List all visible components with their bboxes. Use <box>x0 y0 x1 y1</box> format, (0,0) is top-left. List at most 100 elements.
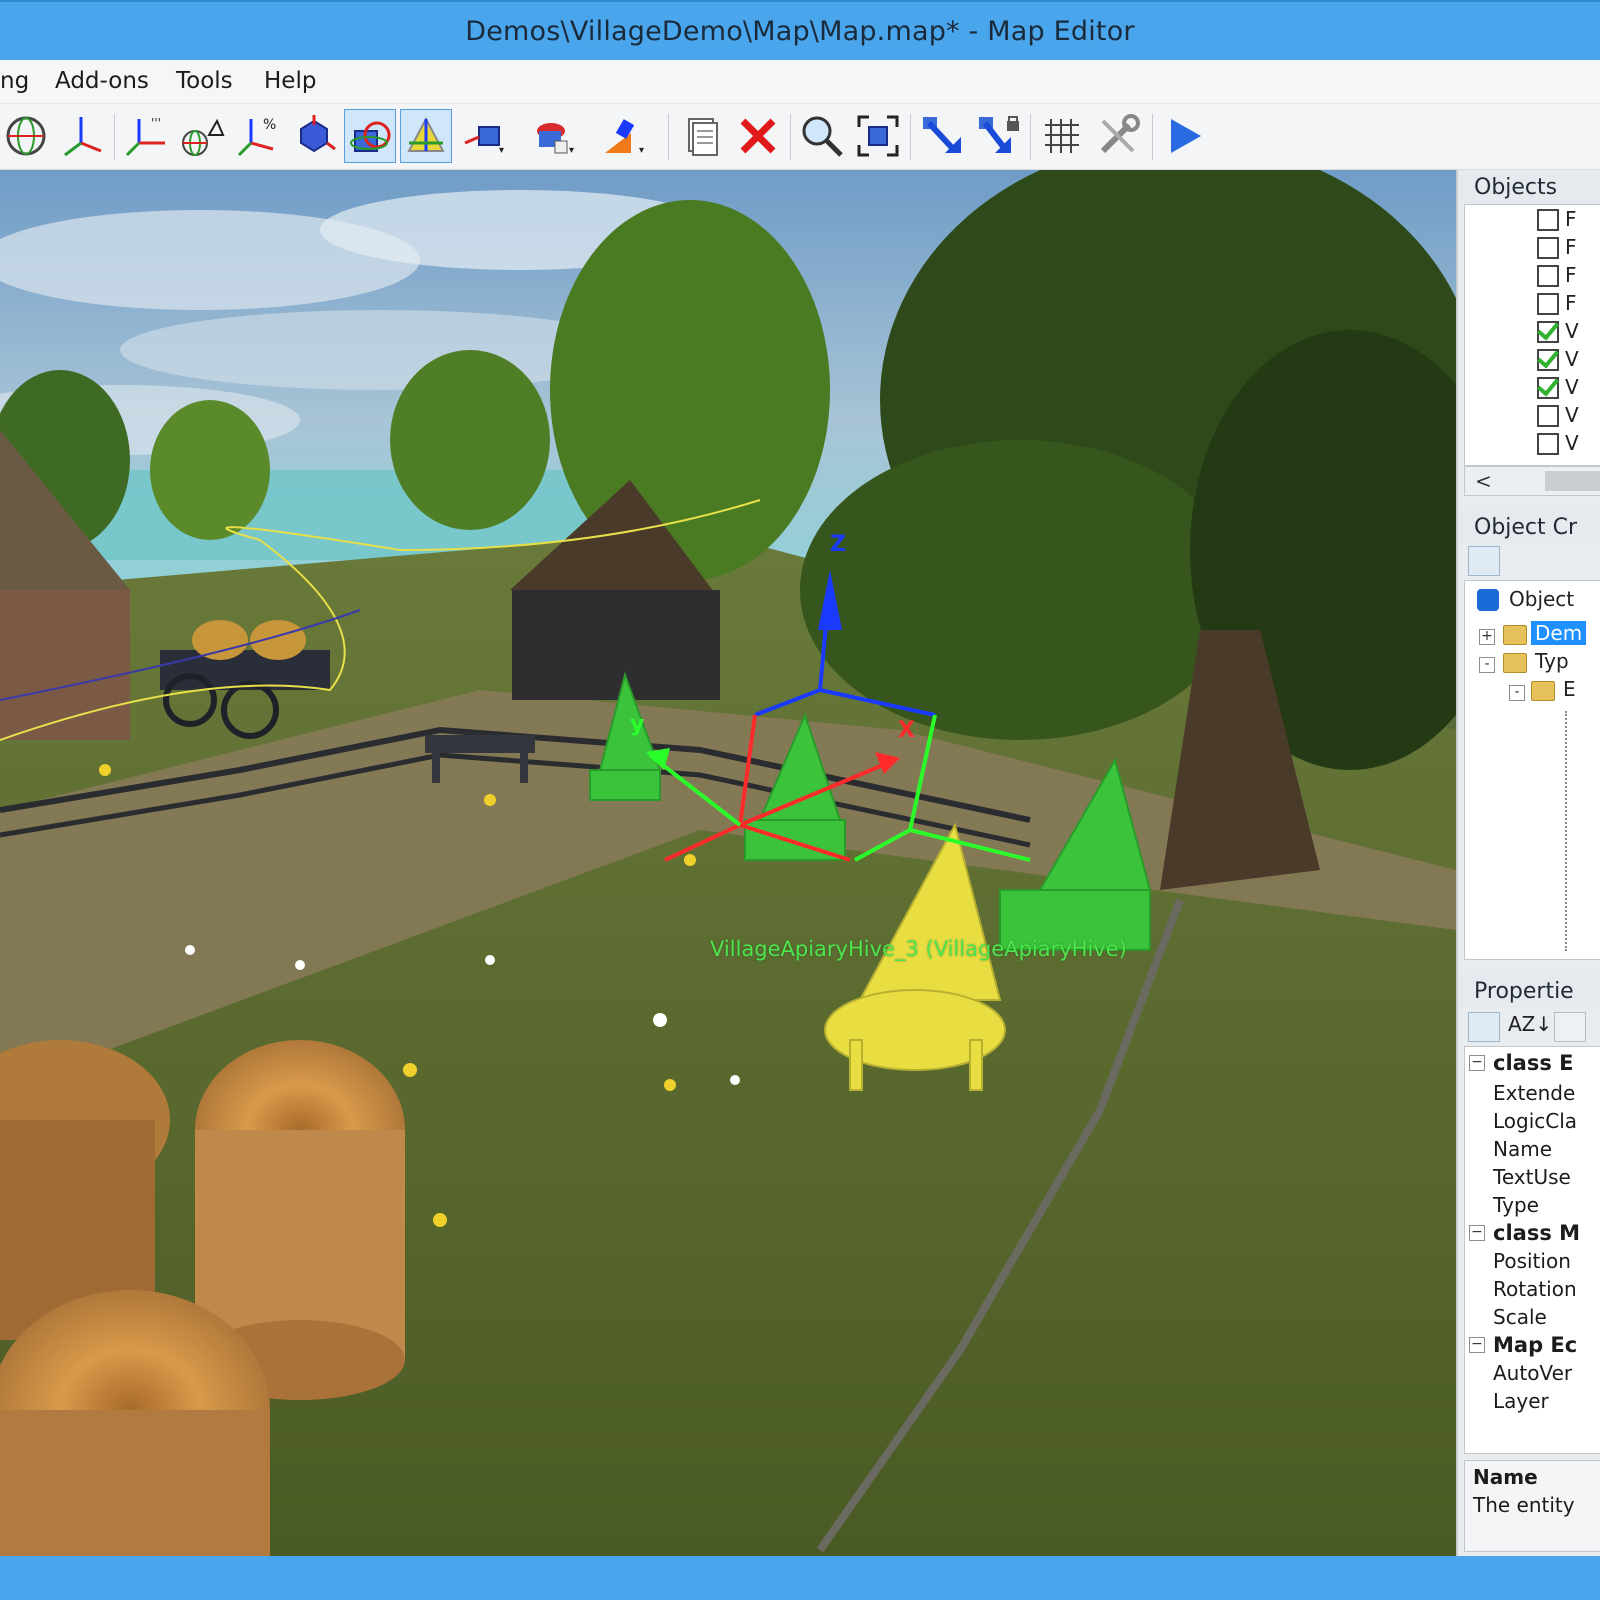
scroll-thumb[interactable] <box>1545 471 1600 491</box>
object-label: V <box>1565 319 1579 343</box>
window-title: Demos\VillageDemo\Map\Map.map* - Map Edi… <box>465 16 1135 47</box>
property-name[interactable]: AutoVer <box>1493 1361 1572 1385</box>
paint-mode-button[interactable] <box>1504 546 1536 576</box>
add-light-icon: ▾ <box>605 119 644 156</box>
menu-item-tools[interactable]: Tools <box>176 68 233 94</box>
tree-expander[interactable]: - <box>1509 685 1525 701</box>
object-label: V <box>1565 431 1579 455</box>
visibility-checkbox[interactable] <box>1537 377 1559 399</box>
position-axis-icon: ''' <box>125 116 165 157</box>
property-name[interactable]: Name <box>1493 1137 1552 1161</box>
grid-align-icon <box>407 116 445 152</box>
property-grid[interactable]: − class E Extende LogicCla Name TextUse … <box>1464 1046 1600 1454</box>
category-expander[interactable]: − <box>1469 1337 1485 1353</box>
scroll-left-arrow[interactable]: < <box>1475 469 1492 493</box>
objects-horizontal-scrollbar[interactable]: < <box>1464 466 1600 496</box>
sort-alphabetical-button[interactable]: AZ↓ <box>1508 1012 1552 1036</box>
object-creation-panel-header[interactable]: Object Cr <box>1458 510 1600 544</box>
tree-item-demos[interactable]: Dem <box>1531 621 1587 645</box>
property-name[interactable]: Rotation <box>1493 1277 1577 1301</box>
property-name[interactable]: Type <box>1493 1193 1539 1217</box>
create-mode-button[interactable] <box>1468 546 1500 576</box>
map-editor-window: Demos\VillageDemo\Map\Map.map* - Map Edi… <box>0 0 1600 1600</box>
property-name[interactable]: TextUse <box>1493 1165 1571 1189</box>
object-label: F <box>1565 235 1577 259</box>
svg-text:▾: ▾ <box>569 145 574 156</box>
menu-item-help[interactable]: Help <box>264 68 316 94</box>
visibility-checkbox[interactable] <box>1537 237 1559 259</box>
property-category[interactable]: Map Ec <box>1493 1333 1577 1357</box>
position-axis-button[interactable]: ''' <box>120 109 172 163</box>
objects-tree[interactable]: F F F F V V V V V <box>1464 204 1600 466</box>
visibility-checkbox[interactable] <box>1537 321 1559 343</box>
menu-bar: ng Add-ons Tools Help <box>0 60 1600 104</box>
delete-button[interactable] <box>732 109 784 163</box>
grid-align-button[interactable] <box>400 109 452 163</box>
visibility-checkbox[interactable] <box>1537 349 1559 371</box>
property-category[interactable]: class M <box>1493 1221 1580 1245</box>
add-mesh-button[interactable]: ▾ <box>528 109 580 163</box>
search-button[interactable] <box>796 109 848 163</box>
object-type-tree[interactable]: Object + Dem - Typ - E <box>1464 580 1600 960</box>
snap-tool-button[interactable] <box>288 109 340 163</box>
category-expander[interactable]: − <box>1469 1225 1485 1241</box>
tree-expander[interactable]: - <box>1479 657 1495 673</box>
scale-axis-button[interactable]: % <box>232 109 284 163</box>
category-expander[interactable]: − <box>1469 1055 1485 1071</box>
run-simulation-icon <box>1171 119 1201 153</box>
property-category[interactable]: class E <box>1493 1051 1573 1075</box>
menu-item-add-ons[interactable]: Add-ons <box>55 68 149 94</box>
rotate-axis-button[interactable] <box>176 109 228 163</box>
right-dock-panel: Objects F F F F V V V V V < Object Cr Ob… <box>1456 170 1600 1556</box>
drop-to-floor-button[interactable] <box>916 109 968 163</box>
search-icon <box>802 116 843 157</box>
brush-mode-button[interactable] <box>1540 546 1572 576</box>
tree-root-label[interactable]: Object <box>1509 587 1574 611</box>
object-label: F <box>1565 263 1577 287</box>
tree-expander[interactable]: + <box>1479 629 1495 645</box>
lock-down-button[interactable] <box>972 109 1024 163</box>
rotate-axis-icon <box>182 118 225 156</box>
add-light-button[interactable]: ▾ <box>598 109 650 163</box>
visibility-checkbox[interactable] <box>1537 209 1559 231</box>
visibility-checkbox[interactable] <box>1537 405 1559 427</box>
move-axis-button[interactable] <box>56 109 108 163</box>
add-mesh-icon: ▾ <box>537 123 574 156</box>
objects-panel-header[interactable]: Objects <box>1458 170 1600 204</box>
visibility-checkbox[interactable] <box>1537 293 1559 315</box>
description-title: Name <box>1473 1465 1538 1489</box>
properties-panel-header[interactable]: Propertie <box>1458 974 1600 1008</box>
categorized-view-button[interactable] <box>1468 1012 1500 1042</box>
menu-item-modeling[interactable]: ng <box>0 68 29 94</box>
property-name[interactable]: Scale <box>1493 1305 1547 1329</box>
property-name[interactable]: Extende <box>1493 1081 1575 1105</box>
copy-button[interactable] <box>676 109 728 163</box>
title-bar: Demos\VillageDemo\Map\Map.map* - Map Edi… <box>0 0 1600 60</box>
property-name[interactable]: LogicCla <box>1493 1109 1577 1133</box>
tree-item-types[interactable]: Typ <box>1535 649 1569 673</box>
status-bar <box>0 1556 1600 1600</box>
toolbar: ''' % ▾ ▾ ▾ <box>0 104 1600 170</box>
transform-sphere-button[interactable] <box>0 109 52 163</box>
grid-button[interactable] <box>1036 109 1088 163</box>
property-pages-button[interactable] <box>1554 1012 1586 1042</box>
create-object-button[interactable]: ▾ <box>458 109 510 163</box>
svg-text:%: % <box>263 117 276 133</box>
visibility-checkbox[interactable] <box>1537 433 1559 455</box>
object-label: F <box>1565 291 1577 315</box>
object-root-icon <box>1477 589 1499 611</box>
select-tool-button[interactable] <box>344 109 396 163</box>
tree-item-entity[interactable]: E <box>1563 677 1576 701</box>
scene-viewport[interactable]: Z X y VillageApiaryHive_3 (VillageApiary… <box>0 170 1456 1556</box>
folder-icon <box>1503 653 1527 673</box>
property-name[interactable]: Position <box>1493 1249 1571 1273</box>
property-name[interactable]: Layer <box>1493 1389 1549 1413</box>
description-text: The entity <box>1473 1493 1575 1517</box>
settings-tools-button[interactable] <box>1092 109 1144 163</box>
run-simulation-button[interactable] <box>1158 109 1210 163</box>
focus-camera-button[interactable] <box>852 109 904 163</box>
delete-icon <box>740 118 776 154</box>
scale-axis-icon: % <box>237 117 276 157</box>
visibility-checkbox[interactable] <box>1537 265 1559 287</box>
focus-camera-icon <box>857 115 899 157</box>
